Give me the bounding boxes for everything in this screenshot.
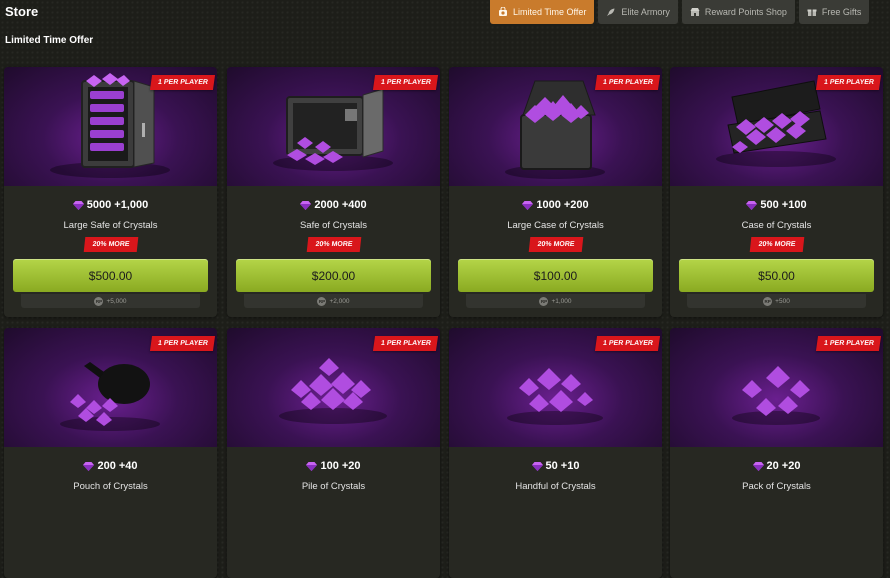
crystal-icon (300, 200, 312, 210)
limit-badge: 1 PER PLAYER (595, 336, 661, 351)
offer-card: 1 PER PLAYER 20 +20 Pack of Crystals (670, 328, 883, 578)
offer-image: 1 PER PLAYER (227, 328, 440, 447)
amount-value: 1000 (536, 199, 561, 211)
tab-label: Free Gifts (821, 7, 862, 17)
amount-value: 20 (766, 460, 779, 472)
crystal-icon (72, 200, 84, 210)
offer-image: 1 PER PLAYER (227, 67, 440, 186)
item-name: Pouch of Crystals (73, 481, 148, 492)
crystal-icon (83, 461, 95, 471)
tab-label: Elite Armory (621, 7, 670, 17)
item-name: Pack of Crystals (742, 481, 811, 492)
item-name: Large Safe of Crystals (63, 220, 158, 231)
item-name: Handful of Crystals (515, 481, 596, 492)
tab-reward-points-shop[interactable]: Reward Points Shop (681, 0, 795, 24)
reward-points-value: +2,000 (329, 297, 350, 305)
bonus-value: +200 (563, 199, 589, 211)
reward-points: RP +5,000 (21, 294, 200, 308)
crystal-icon (522, 200, 534, 210)
section-title: Limited Time Offer (5, 35, 94, 46)
reward-points-icon: RP (94, 296, 104, 306)
amount-value: 200 (97, 460, 116, 472)
offer-card: 1 PER PLAYER 100 +20 Pile of Crystals (227, 328, 440, 578)
crystal-amount: 50 +10 (449, 460, 662, 472)
crystal-icon (746, 200, 758, 210)
reward-points: RP +1,000 (466, 294, 645, 308)
amount-value: 500 (760, 199, 779, 211)
offer-card: 1 PER PLAYER 2000 +400 Safe of Crystals 2… (227, 67, 440, 317)
tab-label: Limited Time Offer (513, 7, 587, 17)
tab-free-gifts[interactable]: Free Gifts (798, 0, 870, 24)
tab-label: Reward Points Shop (704, 7, 787, 17)
bonus-value: +20 (781, 460, 801, 472)
crystal-amount: 1000 +200 (449, 199, 662, 211)
store-tabs: Limited Time Offer Elite Armory Reward P… (490, 0, 870, 24)
limit-badge: 1 PER PLAYER (373, 75, 439, 90)
reward-points: RP +2,000 (244, 294, 423, 308)
tab-elite-armory[interactable]: Elite Armory (598, 0, 678, 24)
amount-value: 50 (545, 460, 558, 472)
limit-badge: 1 PER PLAYER (373, 336, 439, 351)
bonus-value: +20 (341, 460, 361, 472)
more-badge: 20% MORE (749, 237, 804, 252)
crystal-amount: 20 +20 (670, 460, 883, 472)
crystal-amount: 200 +40 (4, 460, 217, 472)
reward-points-icon: RP (317, 296, 327, 306)
bonus-value: +10 (560, 460, 580, 472)
offer-image: 1 PER PLAYER (670, 328, 883, 447)
offer-card: 1 PER PLAYER 50 +10 Handful of Crystals (449, 328, 662, 578)
buy-button[interactable]: $200.00 (236, 259, 431, 292)
crystal-amount: 500 +100 (670, 199, 883, 211)
rocket-icon (607, 8, 615, 16)
bonus-value: +40 (118, 460, 138, 472)
amount-value: 5000 (86, 199, 112, 211)
offer-card: 1 PER PLAYER 1000 +200 Large Case of Crys… (449, 67, 662, 317)
offer-image: 1 PER PLAYER (670, 67, 883, 186)
crystal-amount: 2000 +400 (227, 199, 440, 211)
shop-icon (690, 8, 700, 16)
tab-limited-time-offer[interactable]: Limited Time Offer (490, 0, 595, 24)
crystal-icon (306, 461, 318, 471)
limit-badge: 1 PER PLAYER (150, 336, 216, 351)
buy-button[interactable]: $50.00 (679, 259, 874, 292)
offer-card: 1 PER PLAYER 500 +100 Case of Crystals 20… (670, 67, 883, 317)
item-name: Pile of Crystals (301, 481, 366, 492)
reward-points-value: +500 (775, 297, 790, 305)
buy-button[interactable]: $100.00 (458, 259, 653, 292)
bonus-value: +100 (781, 199, 807, 211)
more-badge: 20% MORE (528, 237, 583, 252)
offer-image: 1 PER PLAYER (449, 328, 662, 447)
offer-card: 1 PER PLAYER 200 +40 Pouch of Crystals (4, 328, 217, 578)
crystal-icon (752, 461, 764, 471)
more-badge: 20% MORE (83, 237, 138, 252)
amount-value: 2000 (314, 199, 339, 211)
reward-points: RP +500 (687, 294, 866, 308)
offer-image: 1 PER PLAYER (4, 67, 217, 186)
bonus-value: +1,000 (114, 199, 149, 211)
limit-badge: 1 PER PLAYER (595, 75, 661, 90)
offer-image: 1 PER PLAYER (4, 328, 217, 447)
crystal-icon (531, 461, 543, 471)
reward-points-icon: RP (539, 296, 549, 306)
crystal-amount: 5000 +1,000 (4, 199, 217, 211)
clock-bag-icon (499, 7, 507, 16)
offer-image: 1 PER PLAYER (449, 67, 662, 186)
reward-points-icon: RP (763, 296, 773, 306)
buy-button[interactable]: $500.00 (13, 259, 208, 292)
store-title: Store (5, 4, 39, 19)
bonus-value: +400 (341, 199, 367, 211)
limit-badge: 1 PER PLAYER (150, 75, 216, 90)
item-name: Case of Crystals (741, 220, 812, 231)
reward-points-value: +5,000 (106, 297, 127, 305)
reward-points-value: +1,000 (551, 297, 572, 305)
gift-icon (807, 9, 817, 16)
offer-card: 1 PER PLAYER 5000 +1,000 Large Safe of Cr… (4, 67, 217, 317)
item-name: Large Case of Crystals (507, 220, 604, 231)
amount-value: 100 (320, 460, 339, 472)
crystal-amount: 100 +20 (227, 460, 440, 472)
more-badge: 20% MORE (306, 237, 361, 252)
item-name: Safe of Crystals (299, 220, 368, 231)
limit-badge: 1 PER PLAYER (816, 75, 882, 90)
limit-badge: 1 PER PLAYER (816, 336, 882, 351)
